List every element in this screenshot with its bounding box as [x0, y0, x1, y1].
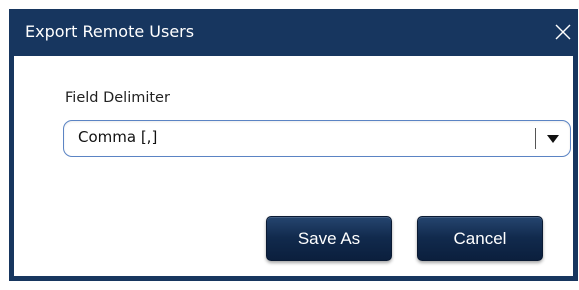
close-icon: [555, 24, 571, 40]
dialog-content: Field Delimiter Comma [,] Save As Cancel: [14, 56, 573, 276]
dialog-titlebar: Export Remote Users: [9, 9, 578, 56]
chevron-down-icon[interactable]: [546, 133, 560, 145]
save-as-button[interactable]: Save As: [266, 216, 392, 261]
cancel-button[interactable]: Cancel: [417, 216, 543, 261]
dialog-title: Export Remote Users: [25, 22, 195, 41]
export-remote-users-dialog: Export Remote Users Field Delimiter Comm…: [9, 9, 578, 281]
field-delimiter-select[interactable]: Comma [,]: [63, 120, 571, 157]
field-delimiter-label: Field Delimiter: [65, 90, 170, 106]
field-delimiter-value: Comma [,]: [78, 128, 158, 146]
select-divider: [535, 128, 536, 149]
close-button[interactable]: [550, 19, 576, 45]
